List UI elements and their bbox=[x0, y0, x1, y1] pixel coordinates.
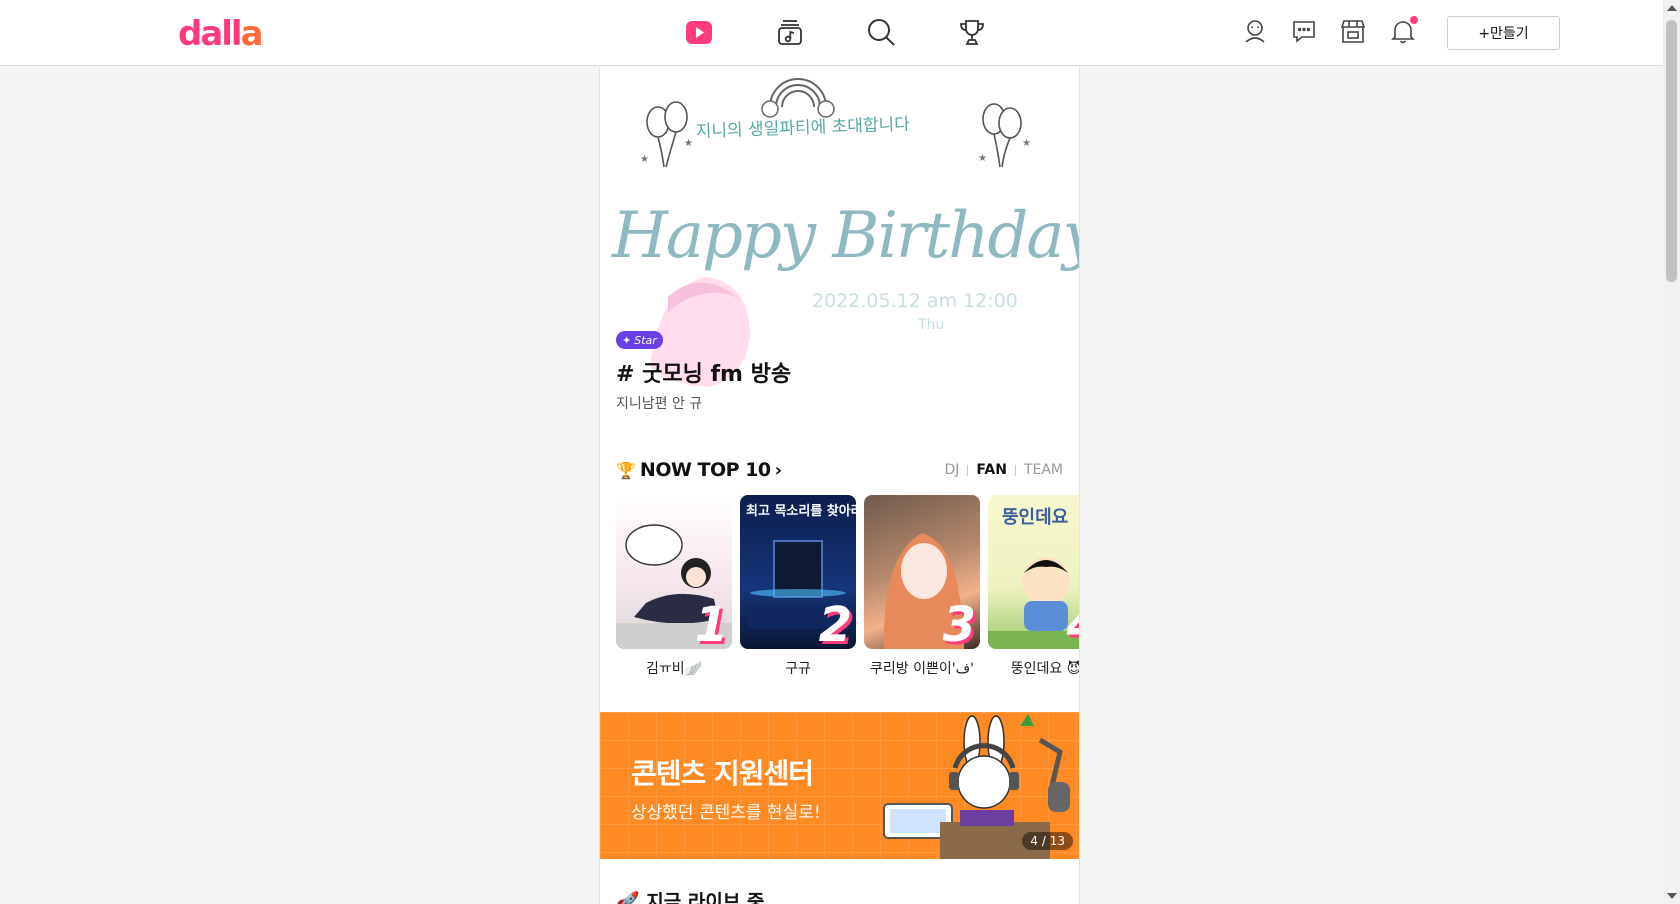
scroll-down-arrow-icon[interactable] bbox=[1667, 893, 1677, 899]
music-playlist-icon[interactable] bbox=[774, 16, 806, 48]
svg-text:2022.05.12 am 12:00: 2022.05.12 am 12:00 bbox=[812, 290, 1018, 312]
trophy-small-icon: 🏆 bbox=[616, 460, 636, 480]
svg-text:Thu: Thu bbox=[917, 317, 944, 333]
svg-text:최고 목소리를 찾아라: 최고 목소리를 찾아라 bbox=[746, 503, 856, 519]
notification-dot bbox=[1410, 16, 1418, 24]
chevron-right-icon: › bbox=[774, 459, 783, 481]
rank-card-1[interactable]: 1 bbox=[616, 495, 732, 649]
trophy-icon[interactable] bbox=[956, 16, 988, 48]
main-content: ★ ★ ★ ★ 지니의 생일파티에 초대합니다 Happy Birthday 202… bbox=[599, 67, 1080, 904]
top10-list: 1 최고 목소리를 찾아라 2 3 뚱인데요 김ㅠ비🪽 구규 쿠리방 이쁜이'ف… bbox=[616, 495, 1079, 695]
svg-text:★: ★ bbox=[978, 153, 987, 164]
hero-banner[interactable]: ★ ★ ★ ★ 지니의 생일파티에 초대합니다 Happy Birthday 202… bbox=[600, 67, 1079, 427]
hero-dj-name: 지니남편 안 규 bbox=[616, 396, 703, 412]
rank-name-1[interactable]: 김ㅠ비🪽 bbox=[616, 658, 732, 678]
banner-title: 콘텐츠 지원센터 bbox=[631, 757, 814, 790]
tab-dj[interactable]: DJ bbox=[945, 462, 960, 478]
rank-card-3[interactable]: 3 bbox=[864, 495, 980, 649]
svg-text:★: ★ bbox=[640, 154, 649, 165]
tab-divider bbox=[1014, 464, 1016, 476]
scroll-up-arrow-icon[interactable] bbox=[1667, 5, 1677, 11]
rank-number: 1 bbox=[694, 597, 728, 649]
rank-number: 3 bbox=[942, 597, 976, 649]
sparkle-icon: ✦ bbox=[622, 333, 632, 347]
happy-birthday-lettering: Happy Birthday bbox=[611, 199, 1079, 273]
svg-text:뚱인데요: 뚱인데요 bbox=[1002, 507, 1068, 528]
rank-card-2[interactable]: 최고 목소리를 찾아라 2 bbox=[740, 495, 856, 649]
rank-name-3[interactable]: 쿠리방 이쁜이'ف' bbox=[864, 658, 980, 678]
page-scrollbar[interactable] bbox=[1663, 0, 1680, 904]
svg-text:★: ★ bbox=[1022, 138, 1031, 149]
create-button[interactable]: +만들기 bbox=[1447, 16, 1560, 50]
chat-icon[interactable] bbox=[1291, 18, 1319, 46]
rank-name-2[interactable]: 구규 bbox=[740, 658, 856, 678]
banner-page-indicator: 4 / 13 bbox=[1022, 832, 1073, 850]
invitation-lettering: 지니의 생일파티에 초대합니다 bbox=[695, 115, 910, 142]
rank-number: 2 bbox=[818, 597, 852, 649]
star-badge: ✦ Star bbox=[616, 331, 663, 349]
rank-number: 4 bbox=[1067, 601, 1079, 649]
promo-banner[interactable]: 콘텐츠 지원센터 상상했던 콘텐츠를 현실로! 4 / 13 bbox=[600, 712, 1079, 859]
tab-fan[interactable]: FAN bbox=[976, 462, 1007, 478]
tab-team[interactable]: TEAM bbox=[1024, 462, 1063, 478]
live-now-heading[interactable]: 🚀 지금 라이브 중 bbox=[616, 887, 764, 904]
rank-card-4[interactable]: 뚱인데요 4 bbox=[988, 495, 1079, 649]
tab-divider bbox=[967, 464, 969, 476]
top10-title: NOW TOP 10 bbox=[639, 459, 771, 481]
top10-tabs: DJ FAN TEAM bbox=[945, 462, 1064, 478]
profile-icon[interactable] bbox=[1242, 18, 1270, 46]
bell-icon[interactable] bbox=[1390, 16, 1418, 46]
banner-subtitle: 상상했던 콘텐츠를 현실로! bbox=[631, 803, 821, 823]
top-header: dalla +만들기 bbox=[0, 0, 1663, 66]
rank-name-4[interactable]: 뚱인데요 😈 bbox=[988, 658, 1079, 678]
top10-link[interactable]: 🏆 NOW TOP 10 › bbox=[616, 459, 782, 481]
dalla-logo[interactable]: dalla bbox=[178, 14, 264, 54]
hero-title: # 굿모닝 fm 방송 bbox=[616, 362, 792, 387]
scroll-thumb[interactable] bbox=[1666, 20, 1677, 282]
store-icon[interactable] bbox=[1340, 18, 1368, 46]
search-icon[interactable] bbox=[865, 16, 897, 48]
home-play-icon[interactable] bbox=[683, 16, 715, 48]
rocket-icon: 🚀 bbox=[616, 891, 640, 904]
svg-text:★: ★ bbox=[684, 138, 693, 149]
